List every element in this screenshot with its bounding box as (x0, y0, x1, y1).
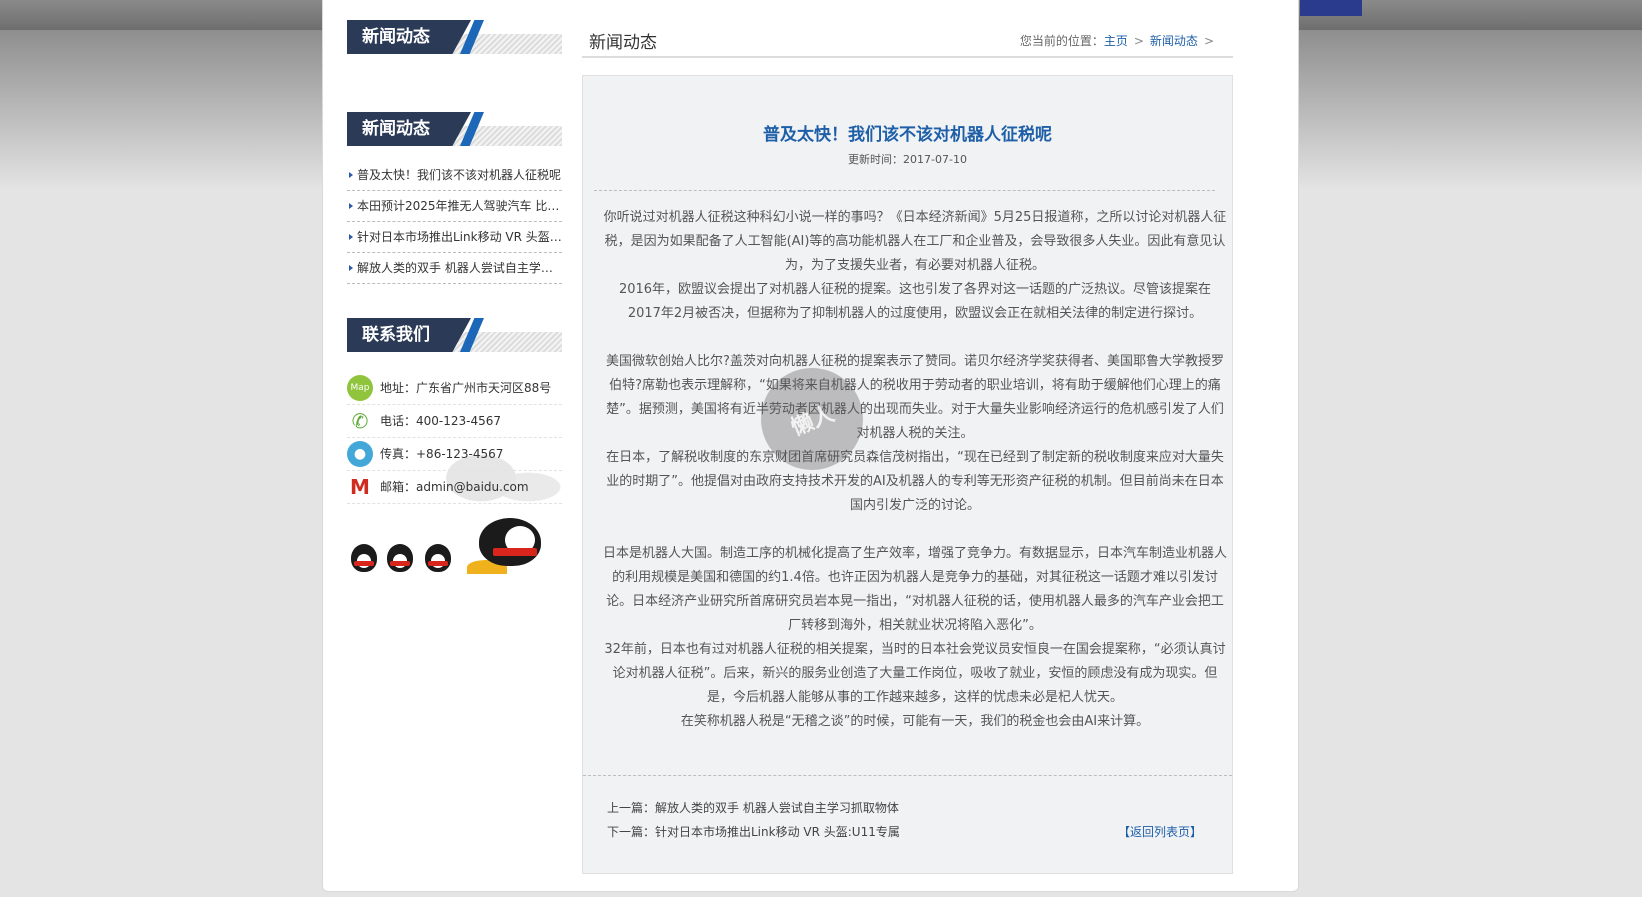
sidebar: 新闻动态 新闻动态 普及太快！我们该不该对机器人征税呢 本田预计2025年推无人… (347, 0, 562, 582)
page-container: 新闻动态 新闻动态 普及太快！我们该不该对机器人征税呢 本田预计2025年推无人… (322, 0, 1299, 892)
news-list: 普及太快！我们该不该对机器人征税呢 本田预计2025年推无人驾驶汽车 比尔盖茨提… (347, 160, 562, 284)
chat-bubble-icon: ● (347, 441, 373, 467)
breadcrumb-current-link[interactable]: 新闻动态 (1150, 34, 1198, 48)
prev-article-link[interactable]: 上一篇：解放人类的双手 机器人尝试自主学习抓取物体 (607, 799, 899, 816)
qq-contact-row (347, 516, 562, 580)
sidebar-section-title: 新闻动态 (347, 20, 471, 54)
qq-penguin-icon[interactable] (351, 544, 377, 572)
news-list-item[interactable]: 针对日本市场推出Link移动 VR 头盔:U11专属 (347, 222, 562, 253)
gmail-icon: M (347, 474, 373, 500)
article-paragraph: 32年前，日本也有过对机器人征税的相关提案，当时的日本社会党议员安恒良一在国会提… (604, 642, 1226, 705)
contact-fax: ● 传真：+86-123-4567 (347, 438, 562, 471)
contact-email: M 邮箱：admin@baidu.com (347, 471, 562, 504)
article-paragraph: 日本是机器人大国。制造工序的机械化提高了生产效率，增强了竞争力。有数据显示，日本… (603, 546, 1228, 633)
next-article-link[interactable]: 下一篇：针对日本市场推出Link移动 VR 头盔:U11专属 (607, 823, 900, 840)
article-paragraph: 在日本，了解税收制度的东京财团首席研究员森信茂树指出，“现在已经到了制定新的税收… (606, 450, 1224, 513)
article-paragraph: 美国微软创始人比尔?盖茨对向机器人征税的提案表示了赞同。诺贝尔经济学奖获得者、美… (606, 354, 1224, 441)
back-to-list-link[interactable]: 【返回列表页】 (1118, 823, 1202, 840)
article-date: 更新时间：2017-07-10 (848, 153, 967, 166)
map-icon: Map (347, 375, 373, 401)
news-section-title: 新闻动态 (347, 112, 471, 146)
news-list-item[interactable]: 普及太快！我们该不该对机器人征税呢 (347, 160, 562, 191)
article-title: 普及太快！我们该不该对机器人征税呢 (763, 125, 1052, 145)
phone-icon: ✆ (347, 408, 373, 434)
banner-accent (1300, 0, 1362, 16)
breadcrumb-home-link[interactable]: 主页 (1104, 34, 1128, 48)
contact-phone: ✆ 电话：400-123-4567 (347, 405, 562, 438)
breadcrumb: 您当前的位置：主页 > 新闻动态 > (1020, 32, 1220, 49)
phone-text: 电话：400-123-4567 (380, 414, 502, 428)
divider (583, 775, 1232, 776)
qq-large-penguin-icon (479, 518, 541, 566)
article-paragraph: 在笑称机器人税是“无稽之谈”的时候，可能有一天，我们的税金也会由AI来计算。 (680, 714, 1150, 729)
contact-address: Map 地址：广东省广州市天河区88号 (347, 372, 562, 405)
breadcrumb-prefix: 您当前的位置： (1019, 34, 1104, 48)
address-text: 地址：广东省广州市天河区88号 (380, 381, 552, 395)
article-paragraph: 你听说过对机器人征税这种科幻小说一样的事吗？《日本经济新闻》5月25日报道称，之… (603, 210, 1227, 273)
page-title: 新闻动态 (589, 33, 657, 53)
divider (594, 190, 1215, 191)
news-section-header: 新闻动态 (347, 112, 562, 148)
main-header: 新闻动态 您当前的位置：主页 > 新闻动态 > (582, 0, 1233, 58)
sidebar-section-header: 新闻动态 (347, 20, 562, 56)
qq-penguin-icon[interactable] (425, 544, 451, 572)
chevron-right-icon: > (1203, 34, 1214, 48)
contact-section-header: 联系我们 (347, 318, 562, 354)
news-list-item[interactable]: 解放人类的双手 机器人尝试自主学习抓取物体 (347, 253, 562, 284)
chevron-right-icon: > (1133, 34, 1144, 48)
news-list-item[interactable]: 本田预计2025年推无人驾驶汽车 比尔盖茨提议对机器人征税 (347, 191, 562, 222)
contact-block: Map 地址：广东省广州市天河区88号 ✆ 电话：400-123-4567 ● … (347, 372, 562, 582)
article-paragraph: 2016年，欧盟议会提出了对机器人征税的提案。这也引发了各界对这一话题的广泛热议… (618, 282, 1212, 321)
email-text: 邮箱：admin@baidu.com (380, 480, 529, 494)
main-content: 新闻动态 您当前的位置：主页 > 新闻动态 > 普及太快！我们该不该对机器人征税呢 更… (582, 0, 1233, 874)
article-body: 你听说过对机器人征税这种科幻小说一样的事吗？《日本经济新闻》5月25日报道称，之… (603, 206, 1227, 734)
qq-penguin-icon[interactable] (387, 544, 413, 572)
contact-section-title: 联系我们 (347, 318, 471, 352)
article: 普及太快！我们该不该对机器人征税呢 更新时间：2017-07-10 你听说过对机… (582, 75, 1233, 874)
fax-text: 传真：+86-123-4567 (380, 447, 504, 461)
